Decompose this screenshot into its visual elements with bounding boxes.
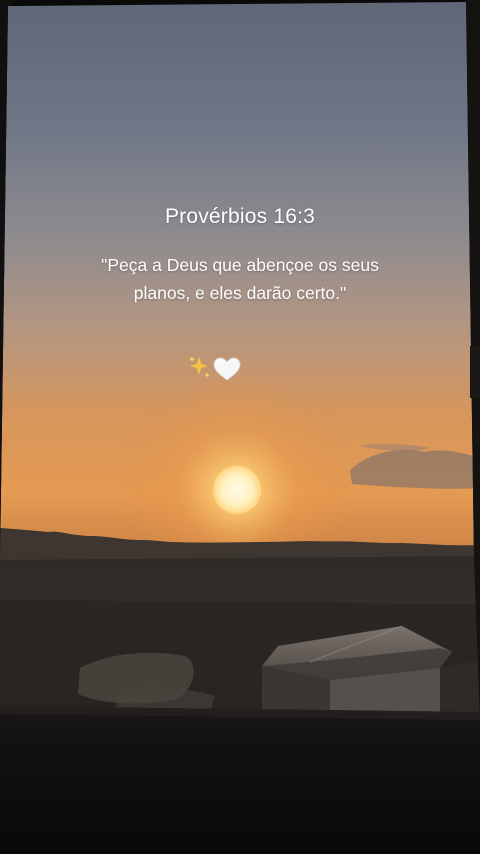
sparkles-icon (188, 356, 210, 378)
emoji-decoration (186, 353, 246, 383)
window-latch (470, 346, 480, 398)
story-canvas: Provérbios 16:3 "Peça a Deus que abençoe… (0, 0, 480, 854)
verse-reference: Provérbios 16:3 (164, 205, 316, 228)
white-heart-icon (213, 357, 241, 381)
verse-quote: "Peça a Deus que abençoe os seus planos,… (101, 255, 379, 303)
sunset-window-photo (0, 0, 480, 854)
sun (213, 466, 261, 514)
window-sill (0, 706, 480, 854)
